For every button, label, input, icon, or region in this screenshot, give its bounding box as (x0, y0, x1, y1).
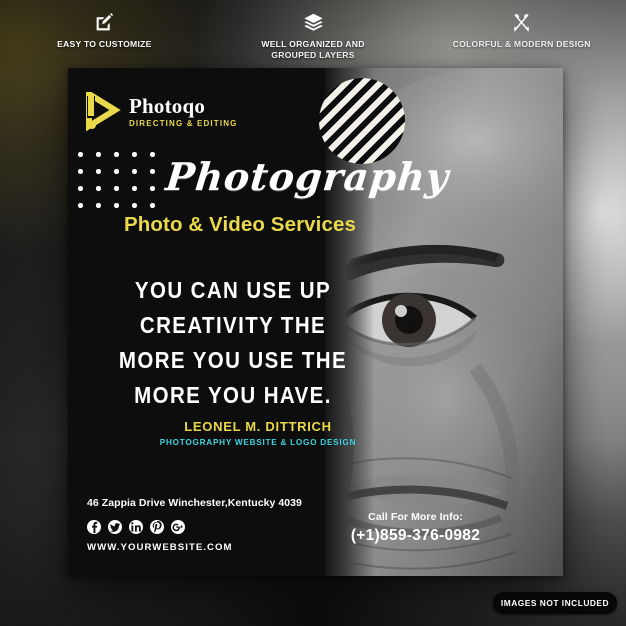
script-heading: Photography (163, 154, 452, 199)
author-block: LEONEL M. DITTRICH PHOTOGRAPHY WEBSITE &… (88, 419, 428, 447)
facebook-icon[interactable] (87, 520, 101, 534)
play-triangle-icon (85, 88, 121, 132)
call-info-block: Call For More Info: (+1)859-376-0982 (318, 511, 513, 545)
feature-label: WELL ORGANIZED AND GROUPED LAYERS (261, 39, 365, 60)
feature-item-easy-to-customize: EASY TO CUSTOMIZE (0, 0, 209, 64)
feature-bar: EASY TO CUSTOMIZE WELL ORGANIZED AND GRO… (0, 0, 626, 64)
images-not-included-badge: IMAGES NOT INCLUDED (493, 592, 617, 614)
twitter-icon[interactable] (108, 520, 122, 534)
poster-card: Photoqo DIRECTING & EDITING Photography … (68, 68, 563, 576)
website-text: WWW.YOURWEBSITE.COM (87, 542, 233, 553)
layers-icon (303, 11, 324, 33)
call-number: (+1)859-376-0982 (350, 527, 481, 544)
sub-heading: Photo & Video Services (124, 213, 356, 236)
linkedin-icon[interactable] (129, 520, 143, 534)
logo-tagline: DIRECTING & EDITING (129, 119, 238, 128)
striped-circle-decoration (319, 78, 405, 164)
quote-line: MORE YOU HAVE. (134, 382, 332, 409)
address-text: 46 Zappia Drive Winchester,Kentucky 4039 (87, 497, 302, 509)
pencil-ruler-cross-icon (511, 11, 532, 33)
pinterest-icon[interactable] (150, 520, 164, 534)
feature-label: EASY TO CUSTOMIZE (57, 39, 152, 49)
feature-label: COLORFUL & MODERN DESIGN (452, 39, 591, 49)
logo-name: Photoqo (129, 94, 206, 118)
quote-line: MORE YOU USE THE (118, 347, 348, 374)
feature-item-colorful-modern-design: COLORFUL & MODERN DESIGN (417, 0, 626, 64)
author-name: LEONEL M. DITTRICH (184, 419, 332, 434)
quote-line: CREATIVITY THE (139, 312, 327, 339)
pencil-square-icon (94, 11, 115, 33)
googleplus-icon[interactable] (171, 520, 185, 534)
quote-block: YOU CAN USE UP CREATIVITY THE MORE YOU U… (88, 273, 378, 413)
feature-item-well-organized: WELL ORGANIZED AND GROUPED LAYERS (209, 0, 418, 64)
dot-grid-decoration (78, 152, 168, 220)
brand-logo: Photoqo DIRECTING & EDITING (85, 88, 238, 132)
logo-text-block: Photoqo DIRECTING & EDITING (129, 94, 238, 129)
social-icons (87, 520, 192, 534)
call-label: Call For More Info: (368, 511, 463, 523)
badge-label: IMAGES NOT INCLUDED (500, 598, 610, 608)
author-role: PHOTOGRAPHY WEBSITE & LOGO DESIGN (159, 438, 357, 447)
screenshot-root: EASY TO CUSTOMIZE WELL ORGANIZED AND GRO… (0, 0, 626, 626)
quote-line: YOU CAN USE UP (134, 277, 332, 304)
